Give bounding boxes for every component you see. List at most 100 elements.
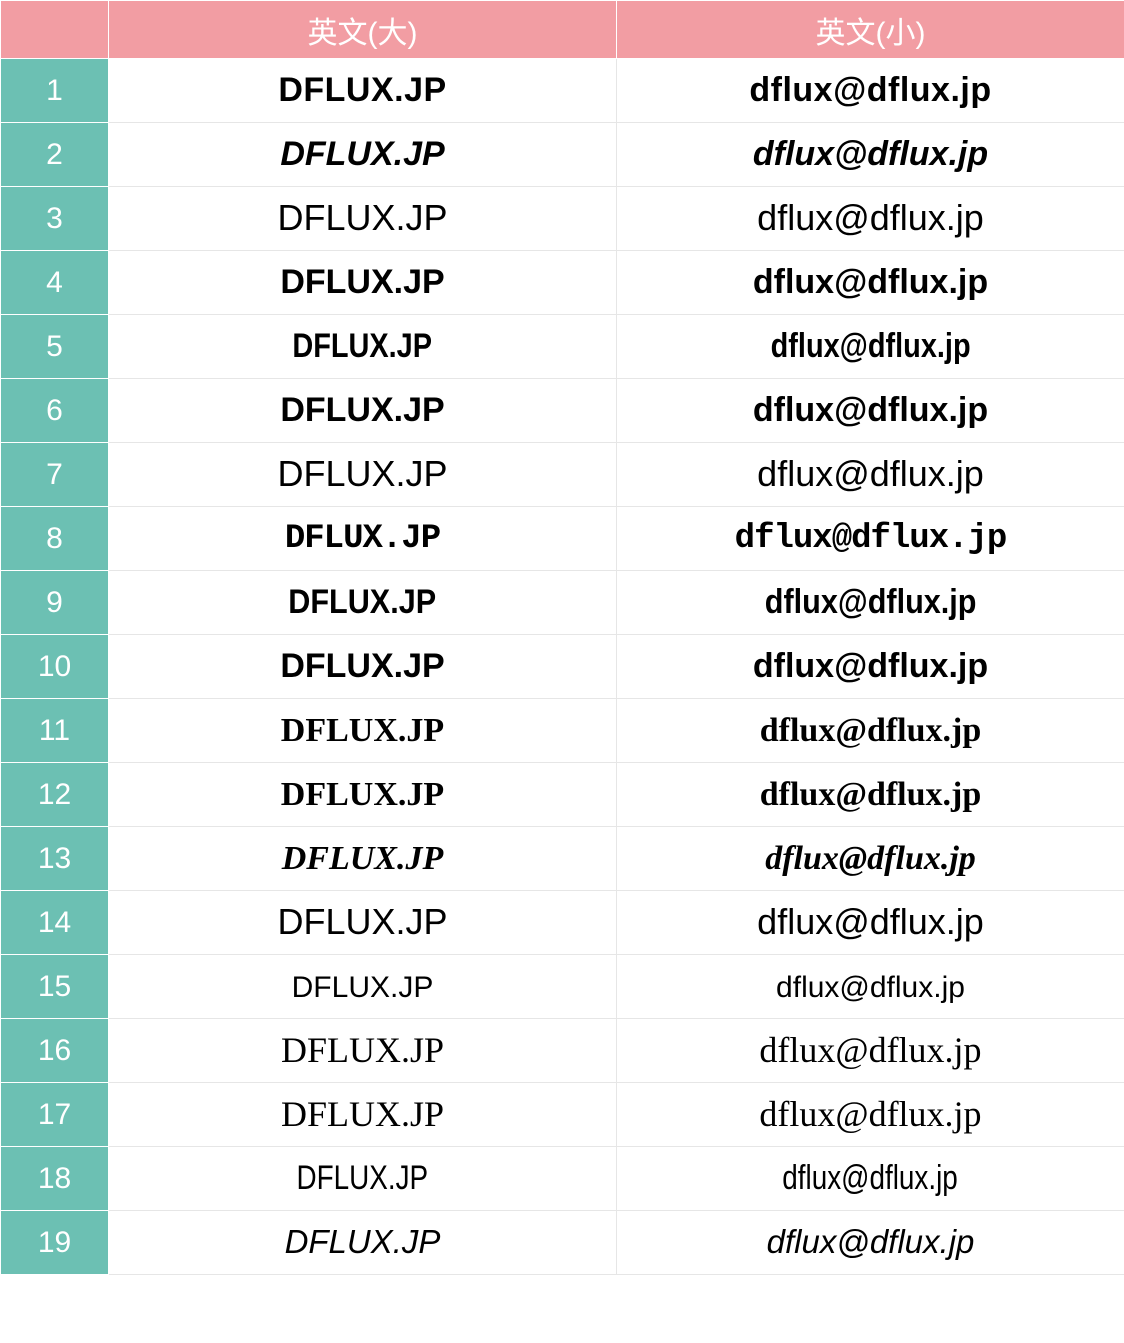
header-lowercase: 英文(小) <box>617 1 1124 59</box>
table-row: 12 DFLUX.JP dflux@dflux.jp <box>1 763 1124 827</box>
row-number: 7 <box>1 443 109 507</box>
table-body: 1 DFLUX.JP dflux@dflux.jp 2 DFLUX.JP dfl… <box>1 59 1124 1275</box>
sample-upper: DFLUX.JP <box>109 1211 617 1275</box>
sample-text: DFLUX.JP <box>297 1160 429 1197</box>
sample-text: DFLUX.JP <box>292 971 434 1004</box>
table-row: 3 DFLUX.JP dflux@dflux.jp <box>1 187 1124 251</box>
sample-lower: dflux@dflux.jp <box>617 1083 1124 1147</box>
sample-lower: dflux@dflux.jp <box>617 251 1124 315</box>
sample-text: dflux@dflux.jp <box>753 647 988 685</box>
row-number: 14 <box>1 891 109 955</box>
sample-text: DFLUX.JP <box>281 1094 444 1134</box>
sample-text: DFLUX.JP <box>280 647 444 685</box>
sample-upper: DFLUX.JP <box>109 571 617 635</box>
sample-text: dflux@dflux.jp <box>759 1094 981 1134</box>
sample-text: DFLUX.JP <box>277 197 447 238</box>
table-row: 17 DFLUX.JP dflux@dflux.jp <box>1 1083 1124 1147</box>
sample-text: dflux@dflux.jp <box>757 901 984 942</box>
sample-upper: DFLUX.JP <box>109 635 617 699</box>
sample-text: dflux@dflux.jp <box>771 328 971 365</box>
row-number: 18 <box>1 1147 109 1211</box>
sample-upper: DFLUX.JP <box>109 1147 617 1211</box>
sample-text: DFLUX.JP <box>280 263 444 301</box>
sample-text: dflux@dflux.jp <box>759 1030 981 1070</box>
sample-text: dflux@dflux.jp <box>753 135 988 173</box>
sample-lower: dflux@dflux.jp <box>617 59 1124 123</box>
table-row: 6 DFLUX.JP dflux@dflux.jp <box>1 379 1124 443</box>
sample-text: dflux@dflux.jp <box>767 1223 975 1260</box>
sample-lower: dflux@dflux.jp <box>617 891 1124 955</box>
sample-text: dflux@dflux.jp <box>757 453 984 494</box>
sample-lower: dflux@dflux.jp <box>617 123 1124 187</box>
sample-lower: dflux@dflux.jp <box>617 1019 1124 1083</box>
row-number: 16 <box>1 1019 109 1083</box>
table-row: 19 DFLUX.JP dflux@dflux.jp <box>1 1211 1124 1275</box>
sample-lower: dflux@dflux.jp <box>617 315 1124 379</box>
table-row: 9 DFLUX.JP dflux@dflux.jp <box>1 571 1124 635</box>
sample-upper: DFLUX.JP <box>109 59 617 123</box>
sample-lower: dflux@dflux.jp <box>617 1147 1124 1211</box>
sample-text: dflux@dflux.jp <box>783 1160 959 1197</box>
sample-lower: dflux@dflux.jp <box>617 1211 1124 1275</box>
sample-upper: DFLUX.JP <box>109 763 617 827</box>
sample-upper: DFLUX.JP <box>109 1019 617 1083</box>
sample-text: dflux@dflux.jp <box>760 712 982 749</box>
sample-text: DFLUX.JP <box>282 840 444 877</box>
table-row: 1 DFLUX.JP dflux@dflux.jp <box>1 59 1124 123</box>
table-header-row: 英文(大) 英文(小) <box>1 1 1124 59</box>
row-number: 3 <box>1 187 109 251</box>
table-row: 15 DFLUX.JP dflux@dflux.jp <box>1 955 1124 1019</box>
row-number: 8 <box>1 507 109 571</box>
row-number: 9 <box>1 571 109 635</box>
row-number: 6 <box>1 379 109 443</box>
sample-text: DFLUX.JP <box>285 1223 441 1260</box>
row-number: 1 <box>1 59 109 123</box>
row-number: 13 <box>1 827 109 891</box>
sample-text: DFLUX.JP <box>277 901 447 942</box>
sample-text: DFLUX.JP <box>280 391 444 429</box>
table-row: 16 DFLUX.JP dflux@dflux.jp <box>1 1019 1124 1083</box>
sample-lower: dflux@dflux.jp <box>617 763 1124 827</box>
sample-text: dflux@dflux.jp <box>749 71 991 109</box>
table-row: 8 DFLUX.JP dflux@dflux.jp <box>1 507 1124 571</box>
sample-upper: DFLUX.JP <box>109 379 617 443</box>
sample-text: dflux@dflux.jp <box>735 520 1007 558</box>
table-row: 4 DFLUX.JP dflux@dflux.jp <box>1 251 1124 315</box>
sample-upper: DFLUX.JP <box>109 123 617 187</box>
sample-text: dflux@dflux.jp <box>776 971 965 1004</box>
row-number: 5 <box>1 315 109 379</box>
sample-lower: dflux@dflux.jp <box>617 443 1124 507</box>
table-row: 10 DFLUX.JP dflux@dflux.jp <box>1 635 1124 699</box>
sample-upper: DFLUX.JP <box>109 699 617 763</box>
sample-text: DFLUX.JP <box>277 453 447 494</box>
table-row: 14 DFLUX.JP dflux@dflux.jp <box>1 891 1124 955</box>
sample-upper: DFLUX.JP <box>109 443 617 507</box>
sample-upper: DFLUX.JP <box>109 507 617 571</box>
sample-text: dflux@dflux.jp <box>753 391 988 429</box>
sample-text: DFLUX.JP <box>281 712 444 749</box>
sample-upper: DFLUX.JP <box>109 315 617 379</box>
sample-text: DFLUX.JP <box>285 520 440 558</box>
sample-upper: DFLUX.JP <box>109 251 617 315</box>
sample-text: dflux@dflux.jp <box>765 584 977 621</box>
sample-text: DFLUX.JP <box>289 584 437 621</box>
sample-text: dflux@dflux.jp <box>753 263 988 301</box>
table-row: 5 DFLUX.JP dflux@dflux.jp <box>1 315 1124 379</box>
sample-lower: dflux@dflux.jp <box>617 571 1124 635</box>
font-sample-table-container: 英文(大) 英文(小) 1 DFLUX.JP dflux@dflux.jp 2 … <box>0 0 1124 1275</box>
row-number: 10 <box>1 635 109 699</box>
sample-lower: dflux@dflux.jp <box>617 955 1124 1019</box>
sample-lower: dflux@dflux.jp <box>617 635 1124 699</box>
sample-text: dflux@dflux.jp <box>757 197 984 238</box>
header-number-blank <box>1 1 109 59</box>
sample-text: DFLUX.JP <box>281 1030 444 1070</box>
sample-text: DFLUX.JP <box>278 71 446 109</box>
sample-upper: DFLUX.JP <box>109 187 617 251</box>
row-number: 19 <box>1 1211 109 1275</box>
row-number: 12 <box>1 763 109 827</box>
sample-lower: dflux@dflux.jp <box>617 507 1124 571</box>
sample-upper: DFLUX.JP <box>109 891 617 955</box>
sample-text: DFLUX.JP <box>293 328 433 365</box>
sample-upper: DFLUX.JP <box>109 1083 617 1147</box>
table-row: 2 DFLUX.JP dflux@dflux.jp <box>1 123 1124 187</box>
